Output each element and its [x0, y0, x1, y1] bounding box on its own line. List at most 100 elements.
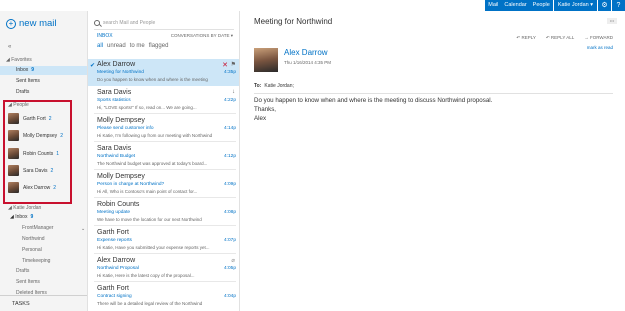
sort-dropdown[interactable]: CONVERSATIONS BY DATE ▾: [171, 33, 233, 39]
divider: [94, 141, 236, 142]
mark-as-read-link[interactable]: mark as read: [587, 45, 613, 50]
to-label: To:: [254, 83, 262, 89]
message-preview: There will be a detailed legal review of…: [97, 301, 203, 306]
message-sender: Molly Dempsey: [97, 117, 145, 124]
message-row[interactable]: Molly Dempsey Please send customer info …: [88, 115, 239, 142]
folder-item[interactable]: FrontManager: [22, 225, 53, 231]
message-row[interactable]: Garth Fort Contract signing There will b…: [88, 283, 239, 310]
delete-icon[interactable]: ✕: [222, 61, 228, 69]
divider: [94, 169, 236, 170]
folder-item[interactable]: Timekeeping: [22, 258, 50, 264]
importance-low-icon: ↓: [232, 89, 235, 95]
filter-all[interactable]: all: [97, 43, 103, 49]
message-preview: Hi Katie, Here is the latest copy of the…: [97, 273, 195, 278]
reply-all-button[interactable]: ↶ REPLY ALL: [546, 35, 574, 41]
account-inbox[interactable]: ◢ Inbox 9: [10, 214, 33, 220]
nav-people[interactable]: People: [529, 0, 553, 11]
filter-flagged[interactable]: flagged: [149, 43, 169, 49]
forward-button[interactable]: → FORWARD: [584, 35, 613, 41]
people-header[interactable]: ◢ People: [8, 102, 29, 108]
divider: [94, 113, 236, 114]
message-time: 4:05p: [223, 266, 236, 271]
gear-icon[interactable]: ⚙: [598, 0, 611, 11]
folder-item[interactable]: Sent Items: [16, 279, 40, 285]
more-icon[interactable]: •••: [607, 18, 617, 24]
collapse-icon[interactable]: «: [8, 44, 11, 50]
nav-calendar[interactable]: Calendar: [501, 0, 530, 11]
message-row[interactable]: Sara Davis ↓ Sports statistics Hi, "LOVE…: [88, 87, 239, 114]
folder-item[interactable]: Personal: [22, 247, 42, 253]
tasks-link[interactable]: TASKS: [12, 301, 30, 307]
sender-name[interactable]: Alex Darrow: [284, 48, 328, 57]
people-item[interactable]: Robin Counts 1: [8, 148, 59, 159]
divider: [94, 225, 236, 226]
favorites-drafts[interactable]: Drafts: [16, 89, 29, 95]
person-name: Molly Dempsey: [23, 132, 58, 139]
top-navigation: Mail Calendar People Katie Jordan ▾ ⚙ ?: [485, 0, 625, 11]
user-name: Katie Jordan: [557, 2, 589, 8]
message-body: Do you happen to know when and where is …: [254, 96, 492, 123]
message-title: Meeting for Northwind: [254, 17, 333, 26]
message-preview: Hi All, Who is Contoso's main point of c…: [97, 189, 198, 194]
message-subject: Person in charge at Northwind?: [97, 182, 165, 187]
search-box[interactable]: search Mail and People: [94, 17, 234, 30]
reply-button[interactable]: ↶ REPLY: [516, 35, 535, 41]
filter-unread[interactable]: unread: [107, 43, 126, 49]
message-sender: Garth Fort: [97, 229, 129, 236]
message-list-pane: search Mail and People INBOX CONVERSATIO…: [88, 11, 240, 311]
folder-label: Inbox: [16, 67, 29, 73]
message-preview: Hi Katie, Have you submitted your expens…: [97, 245, 210, 250]
help-icon[interactable]: ?: [612, 0, 625, 11]
user-menu[interactable]: Katie Jordan ▾: [553, 0, 597, 11]
folder-item[interactable]: Northwind: [22, 236, 45, 242]
message-time: 4:12p: [223, 154, 236, 159]
people-item[interactable]: Sara Davis 2: [8, 165, 53, 176]
favorites-inbox[interactable]: Inbox 9: [0, 66, 87, 75]
search-input[interactable]: search Mail and People: [103, 20, 155, 26]
people-item[interactable]: Alex Darrow 2: [8, 182, 56, 193]
message-row[interactable]: Robin Counts Meeting update We have to m…: [88, 199, 239, 226]
folder-item[interactable]: Drafts: [16, 268, 29, 274]
message-time: 4:22p: [223, 98, 236, 103]
avatar: [8, 130, 19, 141]
nav-mail[interactable]: Mail: [485, 0, 502, 11]
message-preview: Hi Katie, I'm following up from our meet…: [97, 133, 212, 138]
scroll-down-icon[interactable]: ⌄: [81, 226, 85, 232]
message-sender: Sara Davis: [97, 89, 132, 96]
message-time: 4:35p: [223, 70, 236, 75]
filter-to-me[interactable]: to me: [130, 43, 145, 49]
check-icon[interactable]: ✔: [90, 62, 95, 69]
favorites-label: Favorites: [11, 57, 32, 63]
unread-count: 2: [60, 132, 63, 139]
message-sender: Robin Counts: [97, 201, 140, 208]
account-header[interactable]: ◢ Katie Jordan: [8, 205, 41, 211]
message-row[interactable]: Garth Fort Expense reports Hi Katie, Hav…: [88, 227, 239, 254]
flag-icon[interactable]: ⚑: [231, 61, 236, 68]
message-row[interactable]: ✔ Alex Darrow ✕ ⚑ Meeting for Northwind …: [88, 59, 239, 86]
favorites-sent-items[interactable]: Sent Items: [16, 78, 40, 84]
search-icon: [94, 20, 100, 26]
people-item[interactable]: Molly Dempsey 2: [8, 130, 63, 141]
message-time: 4:14p: [223, 126, 236, 131]
folder-label: Inbox: [15, 214, 28, 220]
avatar: [8, 113, 19, 124]
divider: [94, 281, 236, 282]
message-row[interactable]: Alex Darrow ⌀ Northwind Proposal Hi Kati…: [88, 255, 239, 282]
people-label: People: [13, 102, 29, 108]
account-label: Katie Jordan: [13, 205, 42, 211]
message-row[interactable]: Sara Davis Northwind Budget The Northwin…: [88, 143, 239, 170]
divider: [94, 197, 236, 198]
people-item[interactable]: Garth Fort 2: [8, 113, 52, 124]
message-subject: Expense reports: [97, 238, 132, 243]
new-mail-label: new mail: [19, 18, 57, 29]
favorites-header[interactable]: ◢ Favorites: [6, 57, 32, 63]
avatar: [8, 148, 19, 159]
message-time: 4:04p: [223, 294, 236, 299]
message-time: 4:09p: [223, 182, 236, 187]
unread-count: 2: [48, 115, 52, 122]
new-mail-button[interactable]: + new mail: [6, 18, 57, 29]
message-row[interactable]: Molly Dempsey Person in charge at Northw…: [88, 171, 239, 198]
recipient[interactable]: Katie Jordan;: [264, 83, 293, 89]
recipients-line: To: Katie Jordan;: [254, 83, 294, 89]
folder-pane: + new mail « ◢ Favorites Inbox 9 Sent Ite…: [0, 11, 88, 311]
